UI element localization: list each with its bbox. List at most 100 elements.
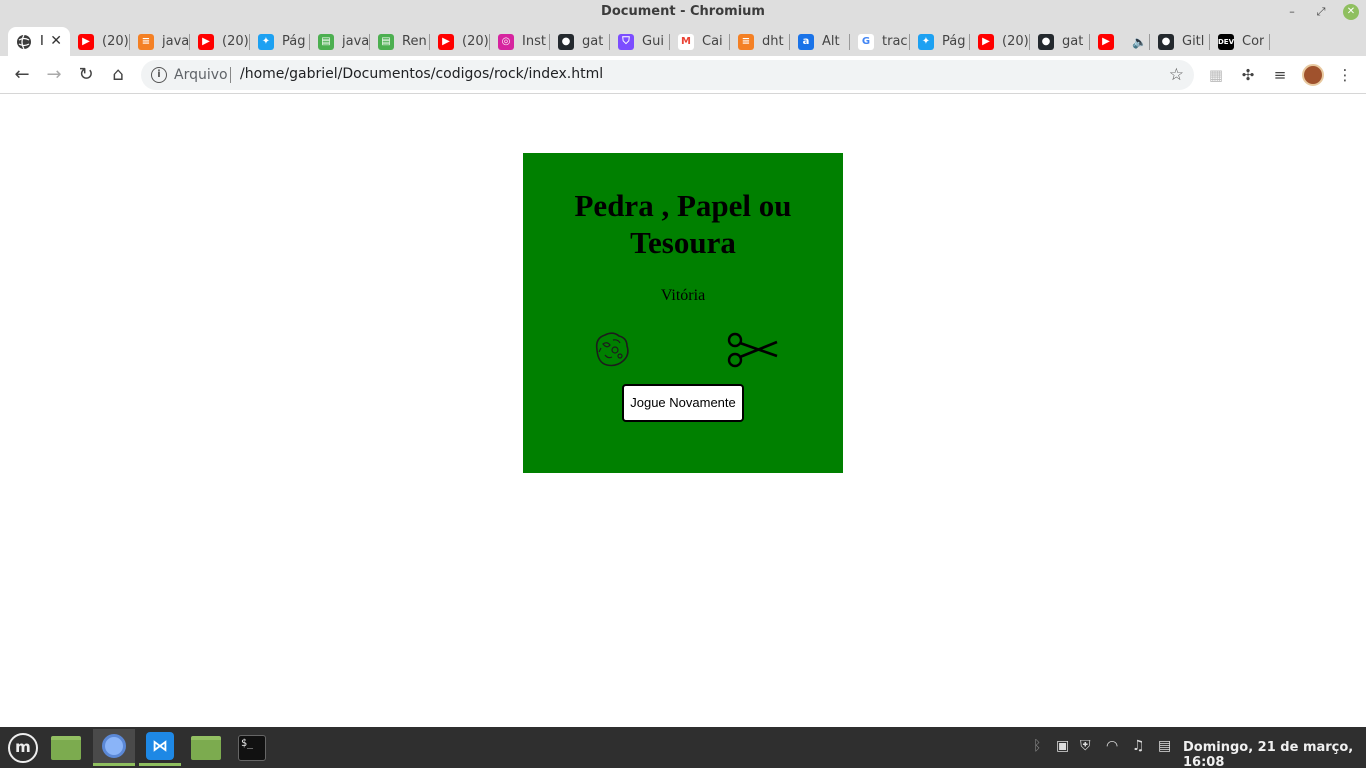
back-arrow-icon[interactable]: ← [12, 65, 32, 85]
scissors-icon [725, 328, 779, 372]
tab-separator [1269, 34, 1270, 50]
window-title: Document - Chromium [601, 4, 765, 19]
tab-10[interactable]: ⛉ Gui [610, 27, 670, 56]
tab-label: I [40, 34, 44, 49]
github-icon: ● [1038, 33, 1054, 50]
tab-label: Pág [942, 34, 966, 49]
taskbar-terminal[interactable]: $_ [231, 729, 273, 766]
tab-8[interactable]: ◎ Inst [490, 27, 550, 56]
media-queue-icon[interactable]: ≡ [1270, 65, 1290, 85]
address-bar[interactable]: i Arquivo /home/gabriel/Documentos/codig… [141, 60, 1194, 90]
tab-label: (20) [462, 34, 489, 49]
chromium-icon [102, 734, 126, 758]
tab-label: Gui [642, 34, 664, 49]
taskbar-chromium[interactable] [93, 729, 135, 766]
tab-9[interactable]: ● gat [550, 27, 610, 56]
menu-dots-icon[interactable]: ⋮ [1335, 65, 1355, 85]
instagram-icon: ◎ [498, 33, 514, 50]
tab-14[interactable]: Gtrac [850, 27, 910, 56]
tab-1[interactable]: ▶ (20) [70, 27, 130, 56]
tab-12[interactable]: ≡ dht [730, 27, 790, 56]
notes-icon[interactable]: ▤ [1158, 738, 1171, 754]
globe-icon [16, 34, 32, 50]
extension-icon[interactable]: ▦ [1206, 65, 1226, 85]
rock-icon [587, 328, 641, 372]
bluetooth-icon[interactable]: ᛒ [1033, 738, 1041, 754]
reload-icon[interactable]: ↻ [76, 65, 96, 85]
vscode-icon: ⋈ [146, 732, 174, 760]
youtube-icon: ▶ [1098, 33, 1114, 50]
start-menu-button[interactable]: m [2, 729, 44, 766]
youtube-icon: ▶ [78, 33, 94, 50]
google-icon: G [858, 33, 874, 50]
system-taskbar: m ⋈ $_ ᛒ ▣ ⛨ ◠ ♫ ▤ Domingo, 21 de março,… [0, 727, 1366, 770]
tab-label: java [342, 34, 370, 49]
folder-icon [51, 735, 81, 760]
taskbar-files[interactable] [185, 729, 227, 766]
tab-5[interactable]: ▤ java [310, 27, 370, 56]
youtube-icon: ▶ [198, 33, 214, 50]
github-icon: ● [1158, 33, 1174, 50]
minimize-button[interactable]: – [1284, 4, 1300, 20]
tab-15[interactable]: ✦ Pág [910, 27, 970, 56]
url-text[interactable]: /home/gabriel/Documentos/codigos/rock/in… [240, 66, 603, 82]
tab-3[interactable]: ▶ (20) [190, 27, 250, 56]
gmail-icon: M [678, 33, 694, 50]
tab-label: trac [882, 34, 908, 49]
bookmark-star-icon[interactable]: ☆ [1169, 65, 1184, 85]
tab-13[interactable]: a Alt [790, 27, 850, 56]
tab-19[interactable]: ● Gitl [1150, 27, 1210, 56]
puzzle-icon[interactable]: ✣ [1238, 65, 1258, 85]
choices-row [523, 328, 843, 372]
wifi-icon[interactable]: ◠ [1106, 738, 1118, 754]
tab-label: (20) [222, 34, 249, 49]
window-titlebar: Document - Chromium – ⤢ ✕ [0, 0, 1366, 24]
browser-toolbar: ← → ↻ ⌂ i Arquivo /home/gabriel/Document… [0, 56, 1366, 94]
game-heading: Pedra , Papel ou Tesoura [574, 188, 792, 260]
tab-strip: I ✕ ▶ (20) ≡ java ▶ (20) ✦ Pág ▤ java ▤ Ren ▶ (20) ◎ In… [0, 24, 1366, 74]
tab-7[interactable]: ▶ (20) [430, 27, 490, 56]
tab-2[interactable]: ≡ java [130, 27, 190, 56]
tab-label: gat [1062, 34, 1084, 49]
tab-11[interactable]: M Cai [670, 27, 730, 56]
github-icon: ● [558, 33, 574, 50]
game-panel: Pedra , Papel ou Tesoura Vitória Jogue N… [523, 153, 843, 473]
close-tab-icon[interactable]: ✕ [50, 33, 62, 49]
tab-label: Gitl [1182, 34, 1205, 49]
close-window-button[interactable]: ✕ [1343, 4, 1359, 20]
tab-20[interactable]: DEV Cor [1210, 27, 1270, 56]
result-text: Vitória [660, 287, 706, 304]
tab-label: Cor [1242, 34, 1265, 49]
taskbar-vscode[interactable]: ⋈ [139, 729, 181, 766]
maximize-button[interactable]: ⤢ [1313, 4, 1329, 20]
tab-16[interactable]: ▶ (20) [970, 27, 1030, 56]
shield-icon: ⛉ [618, 33, 634, 50]
shield-icon[interactable]: ⛨ [1080, 738, 1091, 754]
profile-avatar[interactable] [1302, 64, 1324, 86]
taskbar-files-launcher[interactable] [45, 729, 87, 766]
tab-label: (20) [1002, 34, 1029, 49]
dev-icon: DEV [1218, 33, 1234, 50]
tab-active[interactable]: I ✕ [8, 27, 70, 56]
play-again-button[interactable]: Jogue Novamente [622, 384, 744, 422]
clipboard-icon[interactable]: ▣ [1056, 738, 1069, 754]
terminal-icon: $_ [238, 734, 266, 761]
twitter-icon: ✦ [918, 33, 934, 50]
tab-4[interactable]: ✦ Pág [250, 27, 310, 56]
page-viewport: Pedra , Papel ou Tesoura Vitória Jogue N… [0, 95, 1366, 727]
tab-18[interactable]: ▶ 🔈 [1090, 27, 1150, 56]
home-icon[interactable]: ⌂ [108, 65, 128, 85]
tab-label: dht [762, 34, 784, 49]
youtube-icon: ▶ [978, 33, 994, 50]
tab-label: gat [582, 34, 604, 49]
tab-6[interactable]: ▤ Ren [370, 27, 430, 56]
clock[interactable]: Domingo, 21 de março, 16:08 [1183, 740, 1366, 770]
tab-label: Cai [702, 34, 723, 49]
tab-17[interactable]: ● gat [1030, 27, 1090, 56]
forward-arrow-icon[interactable]: → [44, 65, 64, 85]
speaker-icon[interactable]: 🔈 [1132, 35, 1147, 49]
scheme-label: Arquivo [174, 67, 228, 83]
info-icon[interactable]: i [151, 67, 167, 83]
sound-icon[interactable]: ♫ [1132, 738, 1145, 754]
tab-label: Alt [822, 34, 840, 49]
